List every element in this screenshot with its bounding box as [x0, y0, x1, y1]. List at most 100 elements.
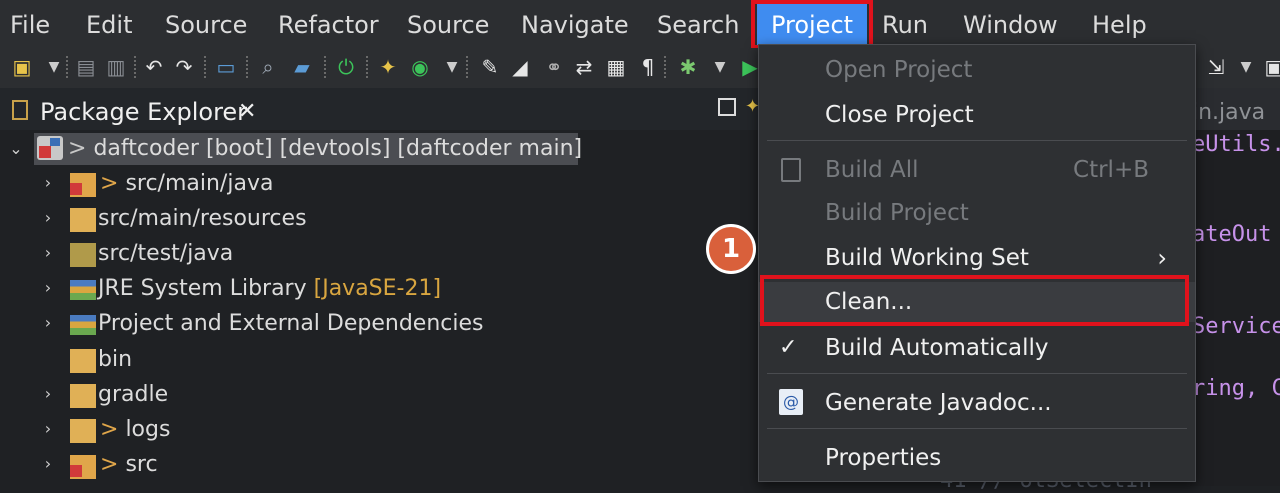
menu-search[interactable]: Search	[657, 0, 739, 48]
menu-item-label: Build Automatically	[825, 335, 1049, 361]
tree-item-prefix: >	[100, 171, 126, 196]
undo-icon[interactable]: ↶	[142, 55, 166, 79]
redo-icon[interactable]: ↷	[172, 55, 196, 79]
javadoc-icon: @	[779, 389, 803, 415]
menu-item-shortcut: Ctrl+B	[1073, 157, 1149, 183]
toolbar-separator	[366, 56, 370, 78]
open-type-icon[interactable]: ▰	[290, 55, 314, 79]
menu-item-build-automatically[interactable]: ✓ Build Automatically	[759, 328, 1195, 368]
expand-chevron-icon[interactable]: ⌄	[6, 138, 26, 160]
menu-item-label: Generate Javadoc...	[825, 390, 1052, 416]
menu-run[interactable]: Run	[882, 0, 928, 48]
menu-navigate[interactable]: Navigate	[521, 0, 629, 48]
menu-item-build-all[interactable]: Build All Ctrl+B	[759, 150, 1195, 190]
tree-item-label: src/main/resources	[98, 206, 307, 231]
menu-source[interactable]: Source	[165, 0, 247, 48]
menu-help[interactable]: Help	[1092, 0, 1147, 48]
pilcrow-icon[interactable]: ¶	[636, 55, 660, 79]
debug-dropdown-icon[interactable]: ▼	[708, 55, 732, 79]
toolbar-separator	[246, 56, 250, 78]
save-all-icon[interactable]: ▥	[104, 55, 128, 79]
code-line: ring, C	[1192, 376, 1280, 401]
debug-icon[interactable]: ✱	[676, 55, 700, 79]
resources-folder-icon	[70, 208, 96, 232]
tree-item-src[interactable]: > src	[100, 447, 158, 482]
tree-item-jre-library[interactable]: JRE System Library [JavaSE-21]	[98, 271, 441, 306]
editor-tab[interactable]: in.java	[1192, 100, 1265, 125]
package-explorer-close-icon[interactable]: ✕	[238, 94, 256, 130]
new-dropdown-icon[interactable]: ▼	[42, 55, 66, 79]
external-tools-dropdown-icon[interactable]: ▼	[1234, 55, 1258, 79]
tree-item-bin[interactable]: bin	[98, 342, 132, 377]
menu-item-label: Close Project	[825, 102, 974, 128]
link-icon[interactable]: ⚭	[542, 55, 566, 79]
document-icon[interactable]: ▦	[604, 55, 628, 79]
menu-file[interactable]: File	[10, 0, 50, 48]
save-icon[interactable]: ▤	[74, 55, 98, 79]
collapse-chevron-icon[interactable]: ›	[38, 454, 58, 473]
collapse-chevron-icon[interactable]: ›	[38, 208, 58, 227]
collapse-chevron-icon[interactable]: ›	[38, 243, 58, 262]
tree-item-decoration: [JavaSE-21]	[313, 276, 442, 301]
toolbar-separator	[664, 56, 668, 78]
submenu-arrow-icon: ›	[1157, 244, 1167, 272]
open-task-icon[interactable]: ✎	[478, 55, 502, 79]
new-class-dropdown-icon[interactable]: ▼	[440, 55, 464, 79]
menu-item-close-project[interactable]: Close Project	[759, 95, 1195, 135]
menu-refactor[interactable]: Refactor	[278, 0, 379, 48]
menu-separator	[767, 428, 1187, 429]
folder-icon	[70, 384, 96, 408]
folder-error-icon	[70, 455, 96, 479]
tree-item-logs[interactable]: > logs	[100, 412, 170, 447]
compare-icon[interactable]: ⇄	[572, 55, 596, 79]
power-icon[interactable]: ⏻	[334, 55, 358, 79]
tree-item-label: bin	[98, 347, 133, 372]
menu-item-build-working-set[interactable]: Build Working Set ›	[759, 238, 1195, 278]
tree-item-dependencies[interactable]: Project and External Dependencies	[98, 306, 483, 341]
tree-item-label: src/test/java	[98, 241, 234, 266]
tree-item-prefix: >	[100, 452, 126, 477]
new-icon[interactable]: ▣	[10, 55, 34, 79]
menu-item-build-project[interactable]: Build Project	[759, 193, 1195, 233]
collapse-chevron-icon[interactable]: ›	[38, 278, 58, 297]
collapse-chevron-icon[interactable]: ›	[38, 384, 58, 403]
tree-item-project[interactable]: > daftcoder [boot] [devtools] [daftcoder…	[68, 131, 582, 166]
build-all-icon	[781, 158, 801, 182]
menu-item-generate-javadoc[interactable]: @ Generate Javadoc...	[759, 383, 1195, 423]
search-icon[interactable]: ⌕	[256, 55, 280, 79]
menu-window[interactable]: Window	[963, 0, 1058, 48]
library-icon	[70, 315, 96, 335]
library-icon	[70, 280, 96, 300]
collapse-chevron-icon[interactable]: ›	[38, 313, 58, 332]
menu-item-label: Open Project	[825, 57, 973, 83]
tree-item-src-test-java[interactable]: src/test/java	[98, 236, 233, 271]
tree-item-src-main-resources[interactable]: src/main/resources	[98, 201, 307, 236]
menu-item-label: Build Project	[825, 200, 969, 226]
menu-item-open-project[interactable]: Open Project	[759, 50, 1195, 90]
test-folder-icon	[70, 243, 96, 267]
tree-item-src-main-java[interactable]: > src/main/java	[100, 166, 273, 201]
menu-edit[interactable]: Edit	[86, 0, 132, 48]
step-number-badge: 1	[706, 224, 756, 274]
check-icon: ✓	[779, 335, 798, 360]
tree-item-label: src	[125, 452, 158, 477]
tree-item-label: daftcoder [boot] [devtools] [daftcoder m…	[93, 136, 583, 161]
tree-item-label: src/main/java	[125, 171, 274, 196]
tree-item-gradle[interactable]: gradle	[98, 377, 168, 412]
new-package-icon[interactable]: ✦	[376, 55, 400, 79]
menu-source-2[interactable]: Source	[407, 0, 489, 48]
tree-item-prefix: >	[100, 417, 126, 442]
minimize-view-icon[interactable]	[718, 98, 736, 116]
edit-icon[interactable]: ◢	[508, 55, 532, 79]
collapse-chevron-icon[interactable]: ›	[38, 173, 58, 192]
toolbar-separator	[324, 56, 328, 78]
code-line: Service	[1192, 314, 1280, 339]
external-tools-icon[interactable]: ⇲	[1204, 55, 1228, 79]
folder-icon	[70, 349, 96, 373]
menu-item-label: Build Working Set	[825, 245, 1029, 271]
terminal-icon[interactable]: ▭	[214, 55, 238, 79]
menu-item-properties[interactable]: Properties	[759, 438, 1195, 478]
new-class-icon[interactable]: ◉	[408, 55, 432, 79]
perspective-icon[interactable]: ▣	[1262, 55, 1280, 79]
collapse-chevron-icon[interactable]: ›	[38, 419, 58, 438]
